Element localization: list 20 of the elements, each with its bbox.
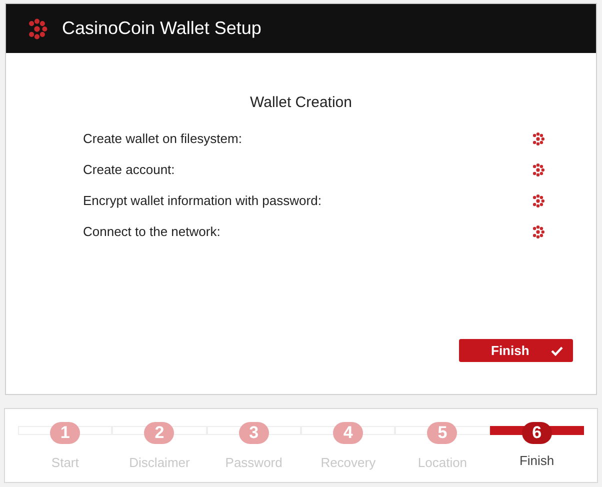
- task-label: Connect to the network:: [83, 222, 220, 241]
- spinner-icon: [531, 194, 545, 208]
- step-number[interactable]: 4: [333, 422, 364, 444]
- step-number[interactable]: 1: [50, 422, 80, 444]
- spinner-icon: [531, 224, 545, 238]
- step-number[interactable]: 2: [144, 422, 174, 444]
- spinner-icon: [531, 132, 545, 146]
- spinner-icon: [531, 162, 545, 176]
- window-title: CasinoCoin Wallet Setup: [62, 17, 262, 40]
- task-label: Create wallet on filesystem:: [83, 130, 242, 148]
- step-label: Finish: [519, 452, 554, 470]
- finish-button[interactable]: Finish: [459, 339, 573, 362]
- section-title: Wallet Creation: [250, 93, 352, 113]
- step-number[interactable]: 3: [238, 422, 269, 444]
- task-label: Encrypt wallet information with password:: [83, 192, 322, 210]
- step-number[interactable]: 5: [427, 422, 458, 444]
- coin-logo-icon: [26, 18, 48, 40]
- task-label: Create account:: [83, 160, 175, 179]
- step-number[interactable]: 6: [522, 422, 552, 444]
- check-icon: [551, 346, 563, 356]
